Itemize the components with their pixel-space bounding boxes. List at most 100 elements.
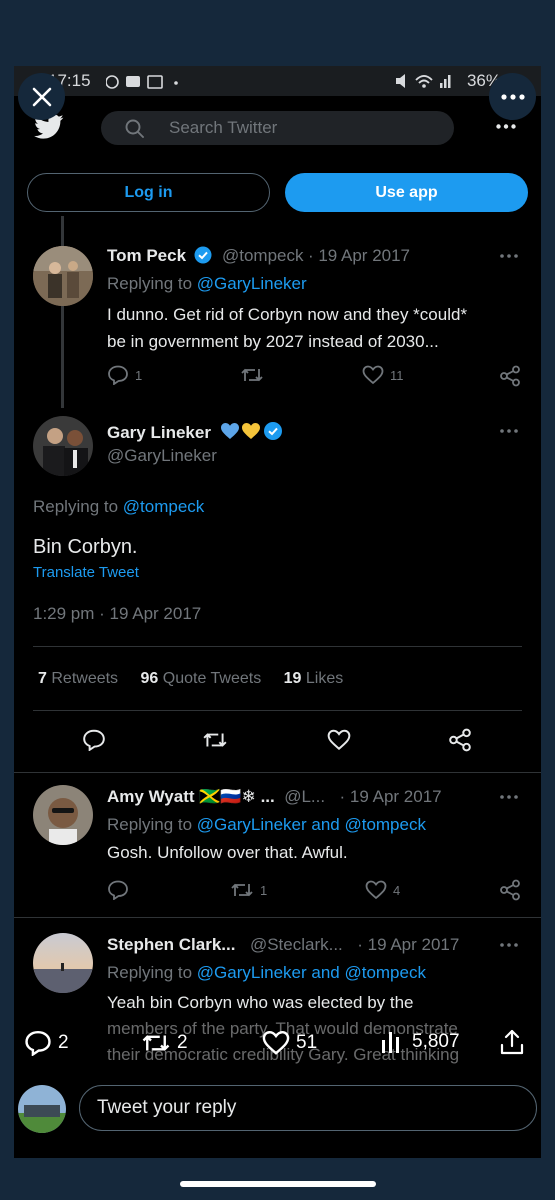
overlay-more-button[interactable] [489,73,536,120]
tweet-header: Stephen Clark... @Steclark... · 19 Apr 2… [107,935,459,955]
tweet-more-button[interactable] [500,933,518,947]
reply-action[interactable] [107,880,129,900]
phone-screen: 17:15 36% Search Twitter Log in Use app … [14,66,541,1158]
search-input[interactable]: Search Twitter [101,111,454,145]
bottom-likes[interactable]: 51 [262,1030,317,1056]
home-indicator[interactable] [180,1181,376,1187]
bottom-views[interactable]: 5,807 [380,1030,460,1054]
more-dots-icon [500,93,525,100]
quotes-stat[interactable]: 96 Quote Tweets [141,670,262,687]
search-icon [125,119,144,138]
avatar[interactable] [33,246,93,306]
close-button[interactable] [18,73,65,120]
share-icon [449,728,471,752]
thread-line [61,216,64,246]
share-action[interactable] [448,728,472,752]
author-name[interactable]: Amy Wyatt 🇯🇲🇷🇺❄ ... [107,787,275,806]
like-action[interactable]: 4 [365,880,400,900]
header-more-button[interactable] [496,124,516,129]
status-bar: 17:15 36% [14,66,541,96]
likes-label: Likes [305,670,344,687]
more-dots-icon [500,254,518,258]
heart-icon [327,729,351,751]
tweet-more-button[interactable] [500,244,518,258]
tweet-timestamp[interactable]: 1:29 pm · 19 Apr 2017 [33,604,201,624]
tweet-header: Amy Wyatt 🇯🇲🇷🇺❄ ... @L... · 19 Apr 2017 [107,787,442,807]
like-count: 11 [390,367,404,383]
replying-to-link[interactable]: @GaryLineker and @tompeck [197,815,426,834]
tweet-text: Gosh. Unfollow over that. Awful. [107,843,348,862]
tweet-date: · 19 Apr 2017 [307,246,411,265]
author-name[interactable]: Tom Peck [107,246,186,265]
replying-prefix: Replying to [107,274,193,293]
author-name[interactable]: Gary Lineker [107,423,211,442]
use-app-button[interactable]: Use app [285,173,528,212]
main-tweet-author: Gary Lineker [107,421,284,443]
like-action[interactable]: 11 [362,365,404,385]
replying-to: Replying to @GaryLineker and @tompeck [107,815,426,835]
retweet-icon [142,1035,170,1051]
retweet-action[interactable]: 1 [230,881,267,899]
retweet-action[interactable] [240,366,264,384]
like-action[interactable] [327,729,351,751]
bottom-retweets[interactable]: 2 [141,1031,188,1055]
bottom-share[interactable] [499,1028,525,1056]
views-count: 5,807 [412,1031,460,1052]
mute-wifi-signal-icons [394,72,456,90]
retweets-stat[interactable]: 7 Retweets [38,670,118,687]
reply-icon [25,1030,51,1056]
login-button[interactable]: Log in [27,173,270,212]
reply-action[interactable]: 1 [107,365,142,385]
tweet-more-button[interactable] [500,419,518,433]
notification-icons [106,74,186,90]
avatar[interactable] [33,416,93,476]
replies-count: 2 [58,1032,69,1053]
avatar[interactable] [33,933,93,993]
quotes-count: 96 [140,670,159,687]
avatar[interactable] [33,785,93,845]
tweet-date: · 19 Apr 2017 [339,787,442,806]
likes-stat[interactable]: 19 Likes [284,670,344,687]
like-count: 4 [393,882,401,898]
more-dots-icon [500,943,518,947]
replying-to-link[interactable]: @tompeck [123,497,205,516]
author-handle[interactable]: @GaryLineker [107,446,217,466]
translate-tweet-link[interactable]: Translate Tweet [33,564,139,581]
replying-prefix: Replying to [33,497,119,516]
author-handle[interactable]: @Steclark... [250,935,343,954]
reply-bar: Tweet your reply [14,1078,541,1138]
more-dots-icon [500,429,518,433]
heart-emojis-verified-icon [221,422,283,440]
replying-to-link[interactable]: @GaryLineker and @tompeck [197,963,426,982]
replying-prefix: Replying to [107,815,193,834]
likes-count: 19 [283,670,302,687]
reply-count: 1 [135,367,143,383]
more-dots-icon [500,795,518,799]
tweet-date: · 19 Apr 2017 [357,935,460,954]
more-dots-icon [496,124,516,129]
author-handle[interactable]: @L... [284,787,325,806]
reply-icon [108,365,128,385]
bottom-replies[interactable]: 2 [24,1030,69,1056]
share-action[interactable] [499,879,521,901]
tweet-header: Tom Peck @tompeck · 19 Apr 2017 [107,246,410,266]
reply-action[interactable] [82,729,106,751]
heart-icon [362,365,384,385]
replying-prefix: Replying to [107,963,193,982]
share-action[interactable] [499,365,521,387]
replying-to-link[interactable]: @GaryLineker [197,274,307,293]
retweet-icon [241,368,263,382]
reply-icon [83,729,105,751]
author-name[interactable]: Stephen Clark... [107,935,235,954]
user-avatar[interactable] [18,1085,66,1133]
tweet-reply-input[interactable]: Tweet your reply [79,1085,537,1131]
retweet-icon [231,883,253,897]
retweet-icon [203,733,227,747]
divider [14,917,541,918]
retweet-action[interactable] [202,730,228,750]
author-handle[interactable]: @tompeck [222,246,304,265]
tweet-more-button[interactable] [500,785,518,799]
tweet-text-line: I dunno. Get rid of Corbyn now and they … [107,305,468,324]
verified-badge-icon [194,246,212,264]
bottom-action-bar: 2 2 51 5,807 [14,1006,541,1078]
